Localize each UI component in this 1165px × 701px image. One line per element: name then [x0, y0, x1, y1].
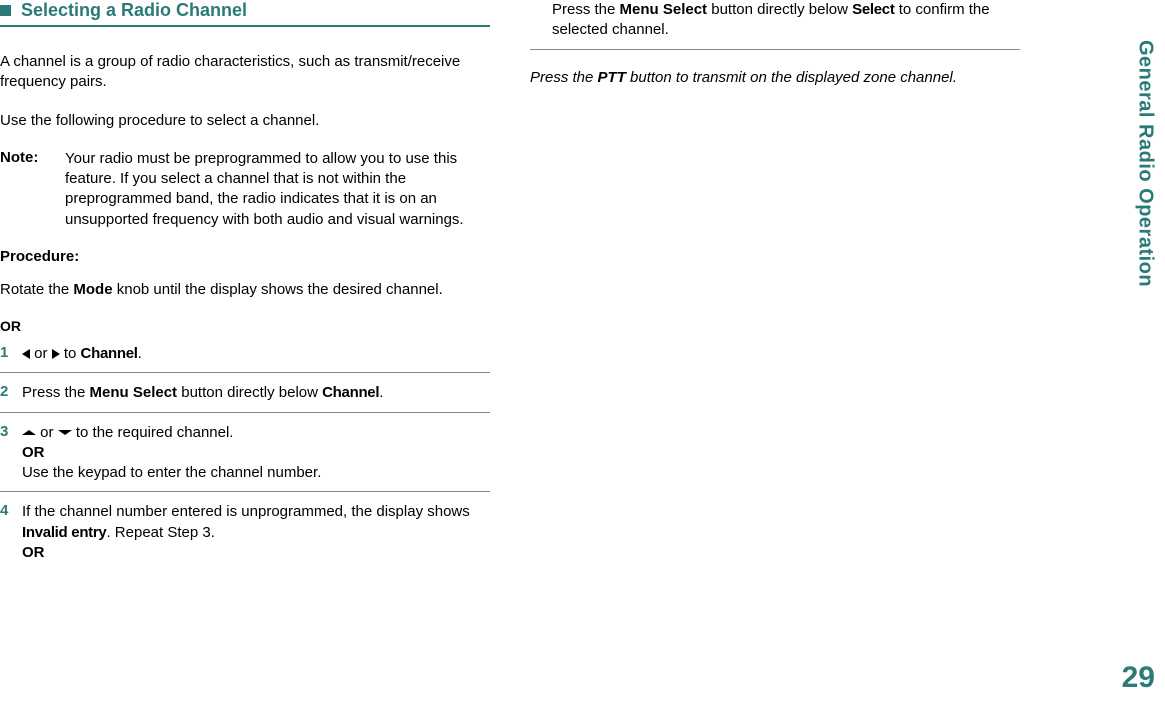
step-2-menuselect: Menu Select — [90, 384, 178, 401]
right-arrow-icon — [52, 349, 60, 359]
step-4-body: If the channel number entered is unprogr… — [22, 502, 490, 563]
sidebar: General Radio Operation — [1125, 0, 1165, 701]
step-2-body: Press the Menu Select button directly be… — [22, 383, 490, 403]
content-area: Selecting a Radio Channel A channel is a… — [0, 0, 1165, 701]
step-1: 1 or to Channel. — [0, 344, 490, 373]
step-4-invalid: Invalid entry — [22, 524, 106, 541]
rotate-instruction: Rotate the Mode knob until the display s… — [0, 280, 490, 300]
step-1-or: or — [30, 345, 52, 362]
step-3-or: or — [36, 424, 58, 441]
step-2-mid: button directly below — [177, 384, 322, 401]
step-1-dot: . — [138, 345, 142, 362]
intro-paragraph-2: Use the following procedure to select a … — [0, 111, 490, 131]
rotate-pre: Rotate the — [0, 281, 73, 298]
step-2: 2 Press the Menu Select button directly … — [0, 383, 490, 412]
step-3: 3 or to the required channel. OR Use the… — [0, 423, 490, 493]
right-step-continuation: Press the Menu Select button directly be… — [530, 0, 1020, 50]
left-arrow-icon — [22, 349, 30, 359]
step-2-channel: Channel — [322, 384, 379, 401]
ptt-pre: Press the — [530, 69, 598, 86]
procedure-label: Procedure: — [0, 248, 490, 265]
page-number: 29 — [1122, 661, 1155, 695]
ptt-post: button to transmit on the displayed zone… — [626, 69, 957, 86]
up-arrow-icon — [22, 430, 36, 435]
right-menuselect: Menu Select — [620, 1, 708, 18]
step-3-orlabel: OR — [22, 444, 45, 461]
down-arrow-icon — [58, 430, 72, 435]
step-3-number: 3 — [0, 423, 22, 484]
step-1-number: 1 — [0, 344, 22, 364]
right-spacer — [530, 0, 552, 41]
note-text: Your radio must be preprogrammed to allo… — [65, 149, 490, 230]
heading-row: Selecting a Radio Channel — [0, 0, 490, 21]
right-select: Select — [852, 1, 894, 18]
note-label: Note: — [0, 149, 65, 230]
ptt-instruction: Press the PTT button to transmit on the … — [530, 68, 1020, 88]
right-column: Press the Menu Select button directly be… — [530, 0, 1060, 701]
step-2-dot: . — [379, 384, 383, 401]
step-4-post: . Repeat Step 3. — [106, 524, 214, 541]
step-1-to: to — [60, 345, 81, 362]
right-mid: button directly below — [707, 1, 852, 18]
step-2-number: 2 — [0, 383, 22, 403]
rotate-mode: Mode — [73, 281, 112, 298]
or-label: OR — [0, 318, 490, 334]
heading-underline — [0, 25, 490, 27]
step-4-pre: If the channel number entered is unprogr… — [22, 503, 470, 520]
step-1-channel: Channel — [81, 345, 138, 362]
note-block: Note: Your radio must be preprogrammed t… — [0, 149, 490, 230]
page-container: Selecting a Radio Channel A channel is a… — [0, 0, 1165, 701]
intro-paragraph-1: A channel is a group of radio characteri… — [0, 52, 490, 93]
sidebar-chapter-title: General Radio Operation — [1134, 40, 1157, 287]
step-3-body: or to the required channel. OR Use the k… — [22, 423, 490, 484]
step-4-orlabel: OR — [22, 544, 45, 561]
step-3-line2: Use the keypad to enter the channel numb… — [22, 464, 321, 481]
ptt-label: PTT — [598, 69, 626, 86]
heading-bullet-icon — [0, 5, 11, 16]
section-heading: Selecting a Radio Channel — [21, 0, 247, 21]
left-column: Selecting a Radio Channel A channel is a… — [0, 0, 530, 701]
step-1-body: or to Channel. — [22, 344, 490, 364]
step-4: 4 If the channel number entered is unpro… — [0, 502, 490, 571]
step-3-post: to the required channel. — [72, 424, 234, 441]
right-top-body: Press the Menu Select button directly be… — [552, 0, 1020, 41]
step-4-number: 4 — [0, 502, 22, 563]
rotate-post: knob until the display shows the desired… — [113, 281, 443, 298]
step-2-pre: Press the — [22, 384, 90, 401]
right-pre: Press the — [552, 1, 620, 18]
